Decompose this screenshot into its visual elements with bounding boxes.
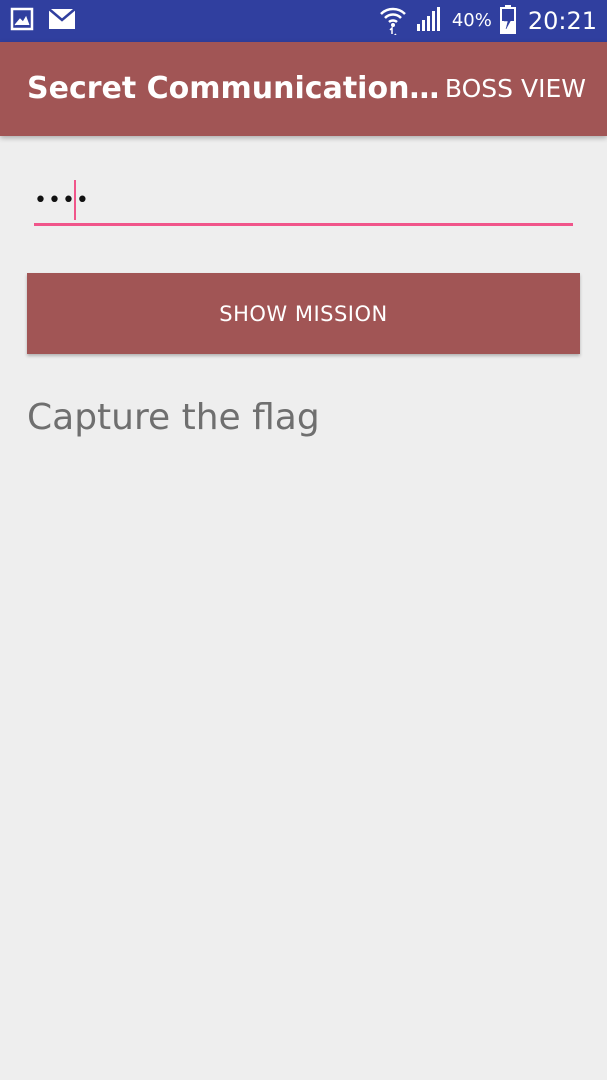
- app-title: Secret Communication…: [27, 71, 440, 106]
- password-input[interactable]: ••••: [34, 176, 573, 226]
- status-left-icons: [10, 7, 76, 35]
- clock: 20:21: [527, 7, 597, 35]
- app-bar: Secret Communication… BOSS VIEW: [0, 42, 607, 136]
- battery-charging-icon: [499, 4, 516, 38]
- password-value: ••••: [34, 188, 90, 213]
- email-icon: [48, 8, 76, 34]
- show-mission-button[interactable]: SHOW MISSION: [27, 273, 580, 354]
- boss-view-button[interactable]: BOSS VIEW: [445, 42, 586, 136]
- show-mission-label: SHOW MISSION: [219, 301, 388, 326]
- mission-text: Capture the flag: [27, 397, 320, 438]
- status-bar: 40% 20:21: [0, 0, 607, 42]
- gallery-icon: [10, 7, 34, 35]
- status-right-icons: 40% 20:21: [378, 0, 597, 42]
- signal-icon: [416, 6, 444, 36]
- text-cursor: [74, 180, 76, 220]
- battery-percent: 40%: [451, 10, 492, 31]
- wifi-icon: [378, 3, 408, 39]
